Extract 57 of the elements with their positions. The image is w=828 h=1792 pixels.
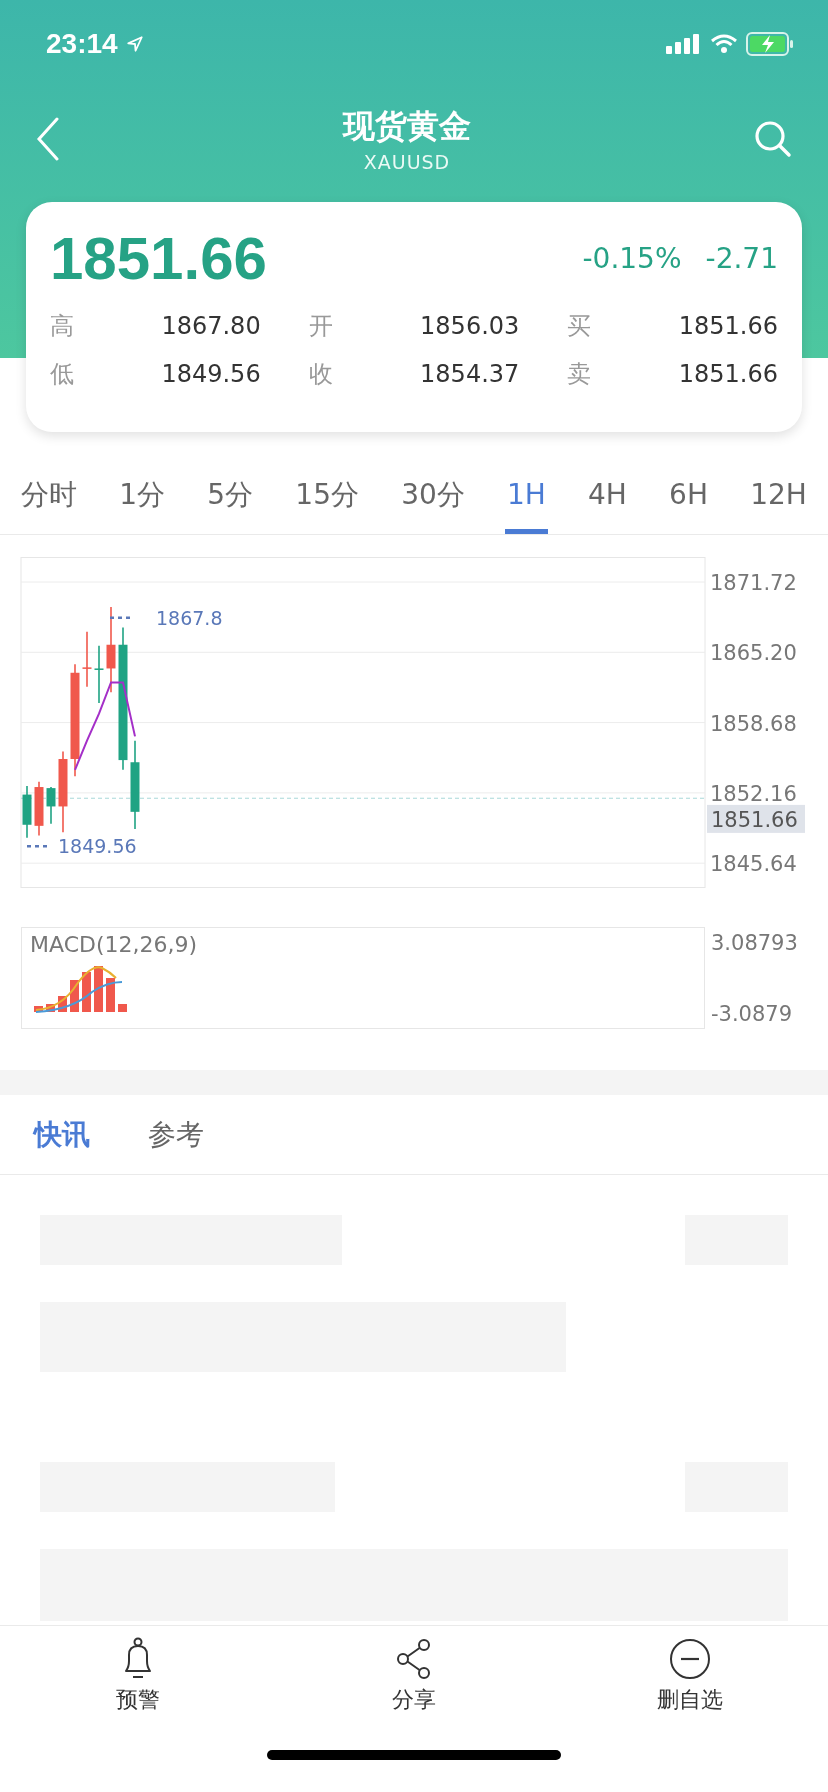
page-title: 现货黄金 [343,106,471,147]
low-marker [25,845,49,848]
stat-value: 1867.80 [161,312,261,340]
macd-axis-label: 3.08793 [711,931,798,955]
period-tab[interactable]: 分时 [19,455,80,534]
stat-label: 开 [308,311,333,342]
stat-label: 高 [50,311,74,342]
minus-circle-icon [669,1637,711,1681]
period-tab[interactable]: 15分 [293,455,361,534]
y-axis-label: 1865.20 [710,641,797,666]
change-percent: -0.15% [582,241,682,275]
stat-value: 1856.03 [420,312,520,340]
period-tab[interactable]: 1分 [117,455,168,534]
candlestick [46,786,56,825]
stat-value: 1851.66 [678,312,778,340]
period-tab[interactable]: 1H [504,455,548,534]
macd-axis-label: -3.0879 [711,1002,794,1026]
page-subtitle: XAUUSD [363,151,451,173]
stat-value: 1854.37 [420,360,520,388]
candlestick [34,780,44,837]
candlestick [82,631,92,688]
change-value: -2.71 [705,241,778,275]
period-tab[interactable]: 5分 [205,455,256,534]
search-icon[interactable] [754,120,792,158]
location-arrow-icon [125,35,144,53]
last-price-tag: 1851.66 [707,804,805,833]
y-axis-label: 1858.68 [710,711,797,736]
stat-value: 1851.66 [678,360,778,388]
period-tab[interactable]: 30分 [399,455,467,534]
high-price-label: 1867.8 [156,606,223,629]
battery-charging-icon [746,32,794,56]
y-axis-label: 1852.16 [710,781,797,806]
wifi-icon [710,34,738,54]
stat-label: 收 [308,359,333,390]
stat-label: 买 [567,311,592,342]
stat-label: 卖 [567,359,592,390]
signal-icon [666,34,702,54]
y-axis-label: 1871.72 [710,571,797,595]
toolbar-button[interactable]: 分享 [334,1636,494,1716]
period-tab[interactable]: 4H [586,455,629,534]
stat-label: 低 [50,359,74,390]
status-time: 23:14 [46,28,118,60]
news-tab[interactable]: 快讯 [30,1115,94,1154]
stat-value: 1849.56 [161,360,261,388]
toolbar-button[interactable]: 预警 [58,1636,218,1716]
candlestick [94,645,104,704]
low-price-label: 1849.56 [58,835,137,858]
period-tab[interactable]: 12H [748,455,809,534]
high-marker [108,616,132,620]
back-icon[interactable] [36,117,60,161]
macd-label: MACD(12,26,9) [30,932,198,957]
y-axis-label: 1845.64 [710,852,797,877]
toolbar-button[interactable]: 删自选 [610,1636,770,1716]
news-tab[interactable]: 参考 [144,1115,208,1154]
current-price: 1851.66 [50,223,267,293]
period-tab[interactable]: 6H [667,455,710,534]
candlestick [22,785,32,839]
